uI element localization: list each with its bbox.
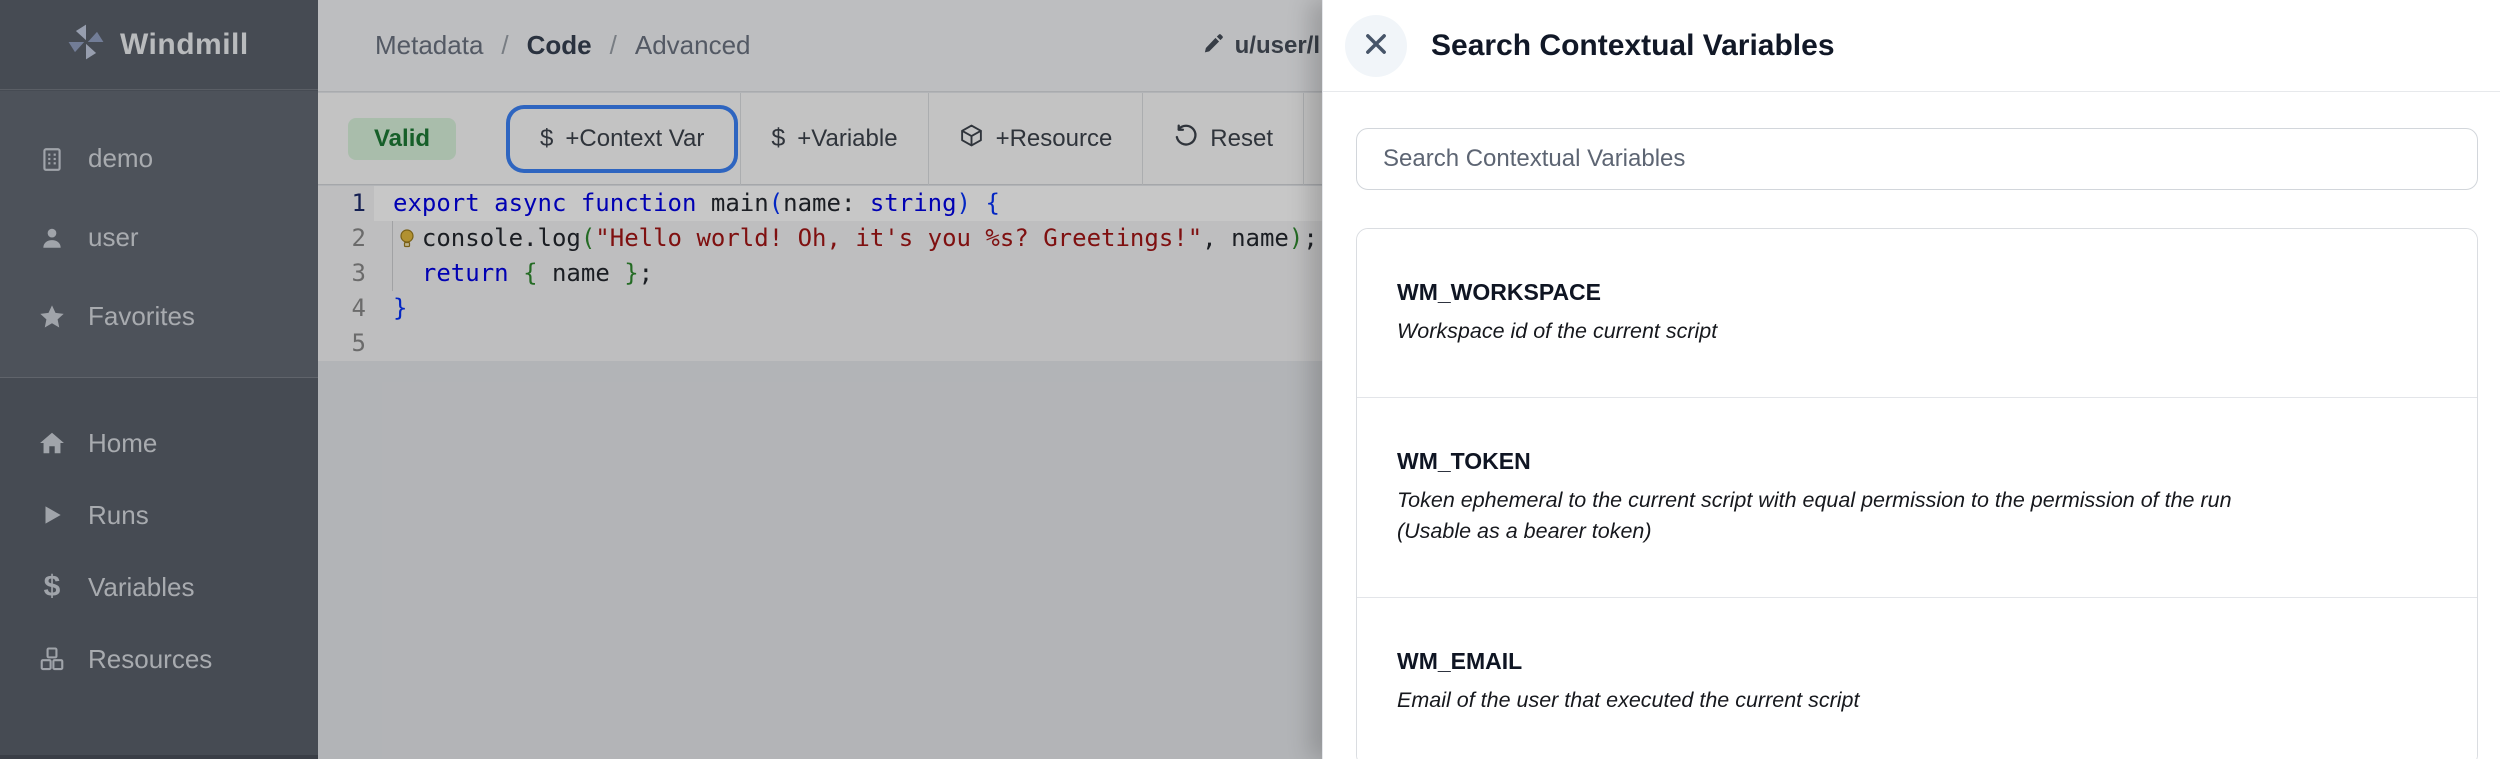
windmill-app: Windmill demo (0, 0, 2500, 759)
variable-description: Email of the user that executed the curr… (1397, 685, 2437, 716)
variable-name: WM_WORKSPACE (1397, 279, 2437, 306)
drawer-title: Search Contextual Variables (1431, 29, 1835, 63)
contextual-variables-list: WM_WORKSPACE Workspace id of the current… (1356, 228, 2478, 759)
x-icon (1362, 30, 1390, 61)
list-item-wm-email[interactable]: WM_EMAIL Email of the user that executed… (1357, 597, 2477, 759)
list-item-wm-workspace[interactable]: WM_WORKSPACE Workspace id of the current… (1357, 229, 2477, 397)
variable-name: WM_EMAIL (1397, 648, 2437, 675)
drawer-backdrop[interactable] (0, 0, 1322, 759)
drawer-header: Search Contextual Variables (1323, 0, 2500, 92)
variable-description: Workspace id of the current script (1397, 316, 2437, 347)
variable-name: WM_TOKEN (1397, 448, 2437, 475)
drawer-body: WM_WORKSPACE Workspace id of the current… (1323, 92, 2500, 759)
list-item-wm-token[interactable]: WM_TOKEN Token ephemeral to the current … (1357, 397, 2477, 597)
search-input[interactable] (1356, 128, 2478, 190)
contextual-variables-drawer: Search Contextual Variables WM_WORKSPACE… (1322, 0, 2500, 759)
close-button[interactable] (1345, 15, 1407, 77)
variable-description: Token ephemeral to the current script wi… (1397, 485, 2437, 547)
